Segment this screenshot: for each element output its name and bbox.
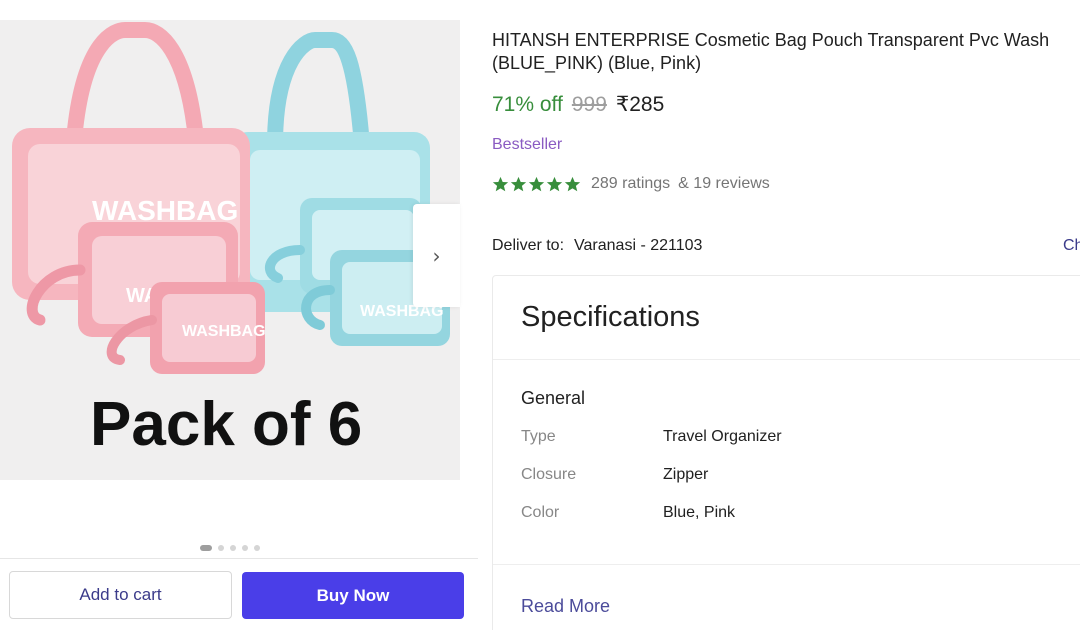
next-image-button[interactable]: ›	[413, 204, 460, 307]
star-rating	[492, 176, 581, 193]
spec-value: Zipper	[663, 466, 709, 483]
change-location-link[interactable]: Ch	[1063, 237, 1080, 255]
bag-label-small: WASHBAG	[182, 323, 266, 340]
spec-key: Type	[521, 428, 556, 445]
carousel-dot[interactable]	[218, 545, 224, 551]
carousel-dot[interactable]	[230, 545, 236, 551]
specifications-footer: Read More	[493, 564, 1080, 630]
selling-price: ₹285	[615, 93, 665, 116]
spec-row: Closure Zipper	[521, 466, 708, 484]
ratings-count: 289 ratings	[591, 175, 671, 192]
carousel-dot[interactable]	[242, 545, 248, 551]
carousel-dot[interactable]	[200, 545, 212, 551]
product-illustration: WASHBAG WASHBAG WASHBAG WASHBAG Pack of …	[0, 20, 460, 480]
reviews-count: & 19 reviews	[678, 175, 770, 192]
star-icon	[564, 176, 581, 191]
discount-label: 71% off	[492, 93, 563, 116]
buy-now-button[interactable]: Buy Now	[242, 572, 464, 619]
spec-value: Travel Organizer	[663, 428, 782, 445]
bag-label-large: WASHBAG	[92, 195, 238, 226]
chevron-right-icon: ›	[432, 243, 441, 268]
star-icon	[528, 176, 545, 191]
delivery-row: Deliver to: Varanasi - 221103	[492, 237, 702, 255]
specifications-title: Specifications	[521, 301, 700, 333]
star-icon	[510, 176, 527, 191]
product-title-line1: HITANSH ENTERPRISE Cosmetic Bag Pouch Tr…	[492, 30, 1050, 50]
spec-group-title: General	[521, 388, 586, 408]
specifications-header: Specifications	[493, 276, 1080, 360]
add-to-cart-button[interactable]: Add to cart	[9, 571, 232, 619]
pack-of-text: Pack of 6	[90, 390, 362, 459]
product-title-line2: (BLUE_PINK) (Blue, Pink)	[492, 53, 702, 73]
carousel-indicator	[0, 545, 460, 551]
spec-key: Color	[521, 504, 560, 521]
original-price: 999	[571, 93, 607, 116]
image-panel: WASHBAG WASHBAG WASHBAG WASHBAG Pack of …	[0, 0, 478, 630]
deliver-to-label: Deliver to:	[492, 237, 565, 254]
product-image[interactable]: WASHBAG WASHBAG WASHBAG WASHBAG Pack of …	[0, 20, 460, 480]
rating-row[interactable]: 289 ratings & 19 reviews	[492, 175, 770, 193]
delivery-location: Varanasi - 221103	[574, 237, 703, 254]
spec-value: Blue, Pink	[663, 504, 736, 521]
action-bar: Add to cart Buy Now	[0, 558, 478, 630]
star-icon	[546, 176, 563, 191]
bestseller-badge: Bestseller	[492, 136, 563, 153]
specifications-card: Specifications General Type Travel Organ…	[492, 275, 1080, 630]
product-title: HITANSH ENTERPRISE Cosmetic Bag Pouch Tr…	[492, 29, 1080, 75]
spec-row: Type Travel Organizer	[521, 428, 782, 446]
spec-row: Color Blue, Pink	[521, 504, 735, 522]
star-icon	[492, 176, 509, 191]
carousel-dot[interactable]	[254, 545, 260, 551]
spec-key: Closure	[521, 466, 577, 483]
price-row: 71% off 999 ₹285	[492, 92, 664, 117]
read-more-link[interactable]: Read More	[521, 596, 610, 617]
